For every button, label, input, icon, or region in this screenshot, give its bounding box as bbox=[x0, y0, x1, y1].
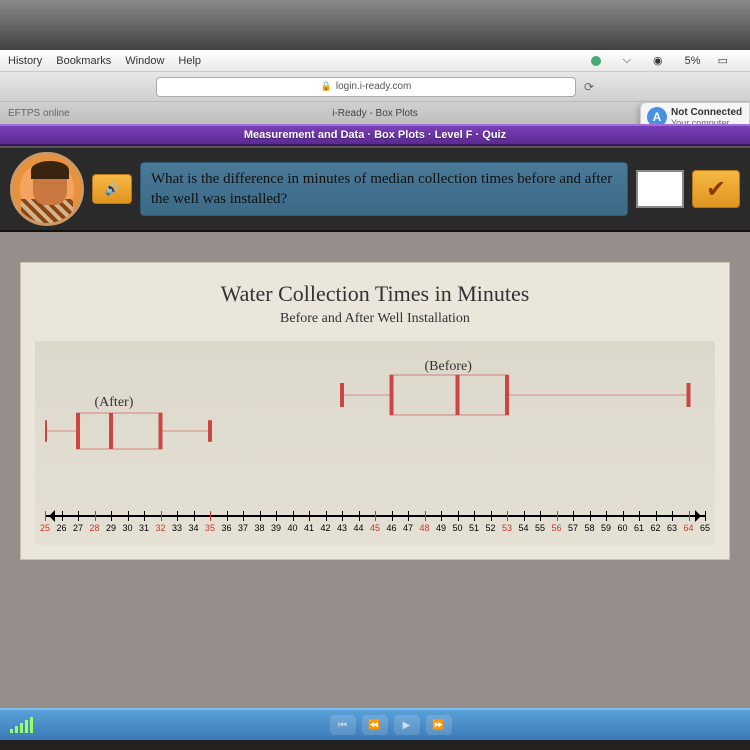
tick-label: 30 bbox=[122, 523, 132, 533]
rewind-button[interactable]: ⏪ bbox=[362, 715, 388, 735]
tick-label: 56 bbox=[551, 523, 561, 533]
tick-label: 26 bbox=[56, 523, 66, 533]
tick-label: 37 bbox=[238, 523, 248, 533]
url-text: login.i-ready.com bbox=[336, 81, 411, 92]
reload-icon[interactable]: ⟳ bbox=[584, 80, 594, 94]
play-button[interactable]: ▶ bbox=[394, 715, 420, 735]
prompt-bar: 🔊 What is the difference in minutes of m… bbox=[0, 146, 750, 232]
submit-button[interactable]: ✔ bbox=[692, 170, 740, 208]
question-text: What is the difference in minutes of med… bbox=[140, 162, 628, 217]
tick-label: 55 bbox=[535, 523, 545, 533]
answer-input[interactable] bbox=[636, 170, 684, 208]
tick-label: 59 bbox=[601, 523, 611, 533]
tick-label: 58 bbox=[584, 523, 594, 533]
series-label-before: (Before) bbox=[425, 359, 472, 375]
tick-label: 45 bbox=[370, 523, 380, 533]
checkmark-icon: ✔ bbox=[706, 175, 726, 204]
tick-label: 52 bbox=[485, 523, 495, 533]
prev-button[interactable]: ⏮ bbox=[330, 715, 356, 735]
tab-iready[interactable]: i-Ready - Box Plots bbox=[332, 108, 418, 119]
speaker-icon: 🔊 bbox=[105, 182, 120, 196]
tick-label: 53 bbox=[502, 523, 512, 533]
iready-app: Measurement and Data · Box Plots · Level… bbox=[0, 124, 750, 708]
battery-indicator: 5% ▭ bbox=[685, 54, 728, 67]
tab-eftps[interactable]: EFTPS online bbox=[0, 108, 78, 119]
tick-label: 38 bbox=[254, 523, 264, 533]
tick-label: 40 bbox=[287, 523, 297, 533]
menu-window[interactable]: Window bbox=[125, 55, 164, 67]
breadcrumb: Measurement and Data · Box Plots · Level… bbox=[0, 124, 750, 146]
tick-label: 25 bbox=[40, 523, 50, 533]
chart-title: Water Collection Times in Minutes bbox=[35, 281, 715, 307]
dock-bar: ⏮ ⏪ ▶ ⏩ bbox=[0, 708, 750, 740]
tick-label: 43 bbox=[337, 523, 347, 533]
status-dot-icon bbox=[591, 56, 601, 66]
tick-label: 41 bbox=[304, 523, 314, 533]
boxplot-svg bbox=[45, 365, 705, 465]
wifi-icon[interactable]: ⌵ bbox=[623, 54, 631, 67]
browser-toolbar: 🔒 login.i-ready.com ⟳ bbox=[0, 72, 750, 102]
audio-button[interactable]: 🔊 bbox=[92, 174, 132, 204]
tick-label: 31 bbox=[139, 523, 149, 533]
forward-button[interactable]: ⏩ bbox=[426, 715, 452, 735]
tick-label: 46 bbox=[386, 523, 396, 533]
content-area: Water Collection Times in Minutes Before… bbox=[0, 232, 750, 570]
tick-label: 64 bbox=[683, 523, 693, 533]
macos-menubar: History Bookmarks Window Help ⌵ ◉ 5% ▭ bbox=[0, 50, 750, 72]
x-axis: 2526272829303132333435363738394041424344… bbox=[45, 509, 705, 537]
plot-area: (After) (Before) 25 26 27 28 29 30 31 32 33 34 35 3… bbox=[35, 341, 715, 545]
tick-label: 27 bbox=[73, 523, 83, 533]
tick-label: 57 bbox=[568, 523, 578, 533]
chart-subtitle: Before and After Well Installation bbox=[35, 311, 715, 327]
tick-label: 39 bbox=[271, 523, 281, 533]
menu-bookmarks[interactable]: Bookmarks bbox=[56, 55, 111, 67]
tick-label: 48 bbox=[419, 523, 429, 533]
tick-label: 29 bbox=[106, 523, 116, 533]
wifi-bars-icon[interactable]: ◉ bbox=[653, 54, 663, 67]
avatar bbox=[10, 152, 84, 226]
media-controls: ⏮ ⏪ ▶ ⏩ bbox=[330, 715, 452, 735]
address-bar[interactable]: 🔒 login.i-ready.com bbox=[156, 77, 576, 97]
series-label-after: (After) bbox=[95, 395, 134, 411]
menu-help[interactable]: Help bbox=[178, 55, 201, 67]
browser-tabbar: EFTPS online i-Ready - Box Plots A Not C… bbox=[0, 102, 750, 124]
chart-card: Water Collection Times in Minutes Before… bbox=[20, 262, 730, 560]
tick-label: 62 bbox=[650, 523, 660, 533]
tick-label: 35 bbox=[205, 523, 215, 533]
tick-label: 63 bbox=[667, 523, 677, 533]
notif-title: Not Connected bbox=[671, 107, 742, 118]
tick-label: 47 bbox=[403, 523, 413, 533]
tick-label: 42 bbox=[320, 523, 330, 533]
tick-label: 28 bbox=[89, 523, 99, 533]
tick-label: 49 bbox=[436, 523, 446, 533]
tick-label: 61 bbox=[634, 523, 644, 533]
tick-label: 65 bbox=[700, 523, 710, 533]
tick-label: 44 bbox=[353, 523, 363, 533]
tick-label: 36 bbox=[221, 523, 231, 533]
tick-label: 33 bbox=[172, 523, 182, 533]
lock-icon: 🔒 bbox=[321, 81, 332, 92]
tick-label: 32 bbox=[155, 523, 165, 533]
tick-label: 34 bbox=[188, 523, 198, 533]
volume-icon[interactable] bbox=[10, 717, 33, 733]
tick-label: 54 bbox=[518, 523, 528, 533]
tick-label: 50 bbox=[452, 523, 462, 533]
tick-label: 51 bbox=[469, 523, 479, 533]
menu-history[interactable]: History bbox=[8, 55, 42, 67]
tick-label: 60 bbox=[617, 523, 627, 533]
